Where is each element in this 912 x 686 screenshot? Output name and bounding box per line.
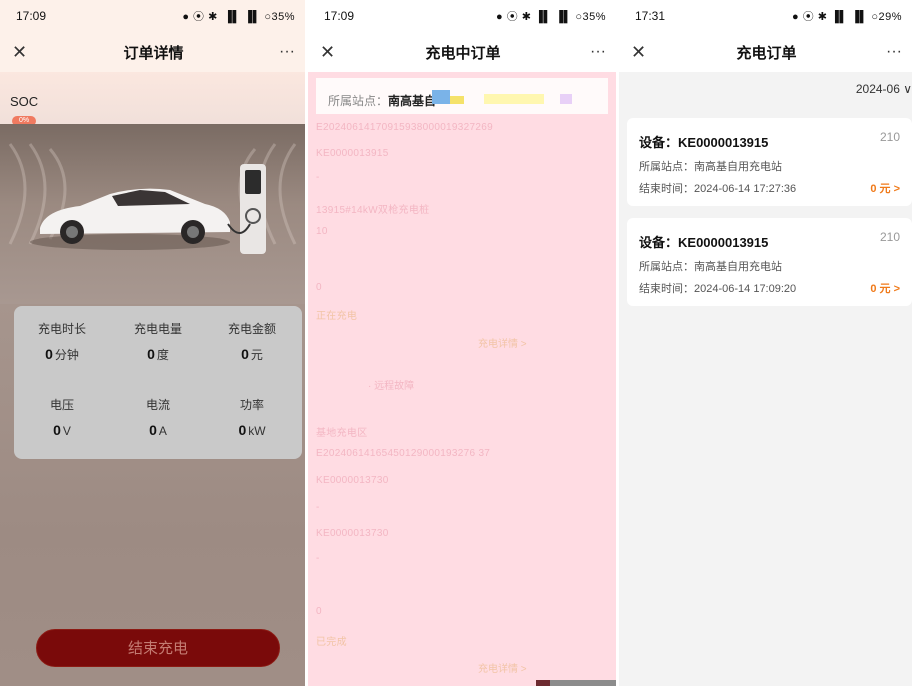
faint-text: KE0000013915 [316,148,389,159]
charging-order-list-screen: 17:31 ● ⦿ ✱ ▐▌ ▐▌ ○29% ✕ 充电订单 ··· 2024-0… [619,0,912,686]
stat-label: 充电金额 [227,322,276,336]
stat-duration: 充电时长 0 分钟 [22,320,102,363]
status-bar: 17:09 ● ⦿ ✱ ▐▌ ▐▌ ○35% [0,0,305,32]
stat-power: 功率 0 kW [212,396,292,438]
stat-amount: 充电金额 0元 [212,320,292,363]
month-filter-dropdown[interactable]: 2024-06 ∨ [856,82,912,96]
glitch-block [450,96,464,104]
faint-text: 正在充电 [316,311,358,322]
scrollbar-track [536,680,550,686]
order-device: 设备：KE0000013915 [639,135,769,150]
order-card[interactable]: 设备：KE0000013915 210 所属站点：南高基自用充电站 结束时间：2… [627,218,912,306]
stat-label: 电压 [49,398,74,412]
faint-text: 0 [316,282,322,293]
faint-text: 10 [316,226,328,237]
status-icons: ● ⦿ ✱ ▐▌ ▐▌ ○29% [792,11,902,23]
faint-text: KE0000013730 [316,528,389,539]
stat-voltage: 电压 0V [22,396,102,438]
faint-text: · 远程故障 [368,381,415,392]
faint-text: 0 [316,606,322,617]
more-icon[interactable]: ··· [878,43,902,61]
stat-label: 充电时长 [37,322,86,336]
order-end-time: 结束时间：2024-06-14 17:09:20 [639,283,797,295]
charging-orders-screen: 17:09 ● ⦿ ✱ ▐▌ ▐▌ ○35% ✕ 充电中订单 ··· 所属站点：… [308,0,616,686]
faint-detail-link[interactable]: 充电详情 > [478,660,527,675]
stat-label: 充电电量 [133,322,182,336]
more-icon[interactable]: ··· [582,43,606,61]
stat-value: 0度 [147,346,169,362]
faint-text: 已完成 [316,637,347,648]
stat-current: 电流 0A [118,396,198,438]
soc-label: SOC [10,94,39,109]
stat-value: 0 kW [238,422,266,438]
order-number: 210 [879,130,900,144]
faint-text: KE0000013730 [316,475,389,486]
station-value: 南高基自 [388,94,437,108]
close-icon[interactable]: ✕ [631,42,655,63]
status-time: 17:09 [324,9,355,23]
page-title: 订单详情 [123,44,184,62]
stat-value: 0元 [241,346,263,362]
scrollbar-thumb[interactable] [550,680,616,686]
top-bar: 17:31 ● ⦿ ✱ ▐▌ ▐▌ ○29% ✕ 充电订单 ··· [619,0,912,72]
order-number: 210 [879,230,900,244]
glitch-block [484,94,544,104]
top-bar: 17:09 ● ⦿ ✱ ▐▌ ▐▌ ○35% ✕ 订单详情 ··· [0,0,305,72]
faint-text: - [316,172,320,183]
faint-text: 13915#14kW双枪充电桩 [316,205,430,216]
close-icon[interactable]: ✕ [320,42,344,63]
glitch-block [560,94,572,104]
order-station: 所属站点：南高基自用充电站 [639,161,782,173]
order-amount-link[interactable]: 0 元 > [870,180,900,196]
faint-text: - [316,553,320,564]
end-charging-button[interactable]: 结束充电 [36,629,280,667]
page-title: 充电订单 [736,44,797,62]
status-bar: 17:09 ● ⦿ ✱ ▐▌ ▐▌ ○35% [308,0,616,32]
stat-label: 功率 [239,398,264,412]
stat-value: 0V [53,422,71,438]
order-amount-link[interactable]: 0 元 > [870,280,900,296]
order-card[interactable]: 设备：KE0000013915 210 所属站点：南高基自用充电站 结束时间：2… [627,118,912,206]
order-device: 设备：KE0000013915 [639,235,769,250]
station-label: 所属站点： [328,94,389,108]
close-icon[interactable]: ✕ [12,42,36,63]
faint-text: 基地充电区 [316,428,368,439]
order-station: 所属站点：南高基自用充电站 [639,261,782,273]
more-icon[interactable]: ··· [271,43,295,61]
faint-text: - [316,502,320,513]
faint-text: E20240614165450129000193276 37 [316,448,491,459]
soc-section: SOC 0% [0,72,305,126]
top-bar: 17:09 ● ⦿ ✱ ▐▌ ▐▌ ○35% ✕ 充电中订单 ··· [308,0,616,72]
status-bar: 17:31 ● ⦿ ✱ ▐▌ ▐▌ ○29% [619,0,912,32]
order-end-time: 结束时间：2024-06-14 17:27:36 [639,183,797,195]
nav-bar: ✕ 订单详情 ··· [0,32,305,72]
stat-value: 0 分钟 [45,346,79,362]
page-title: 充电中订单 [425,44,501,62]
stat-label: 电流 [145,398,170,412]
status-icons: ● ⦿ ✱ ▐▌ ▐▌ ○35% [182,11,295,23]
nav-bar: ✕ 充电订单 ··· [619,32,912,72]
faint-detail-link[interactable]: 充电详情 > [478,335,527,350]
order-detail-screen: 17:09 ● ⦿ ✱ ▐▌ ▐▌ ○35% ✕ 订单详情 ··· SOC 0% [0,0,305,686]
charging-stats-card: 充电时长 0 分钟 充电电量 0度 充电金额 0元 电压 0V 电流 0A 功率 … [14,306,302,459]
stat-value: 0A [149,422,167,438]
status-time: 17:09 [16,9,47,23]
faint-text: E20240614170915938000019327269 [316,122,493,133]
glitch-block [432,90,450,104]
status-time: 17:31 [635,9,666,23]
nav-bar: ✕ 充电中订单 ··· [308,32,616,72]
car-illustration [0,124,305,304]
stat-energy: 充电电量 0度 [118,320,198,363]
status-icons: ● ⦿ ✱ ▐▌ ▐▌ ○35% [496,11,606,23]
